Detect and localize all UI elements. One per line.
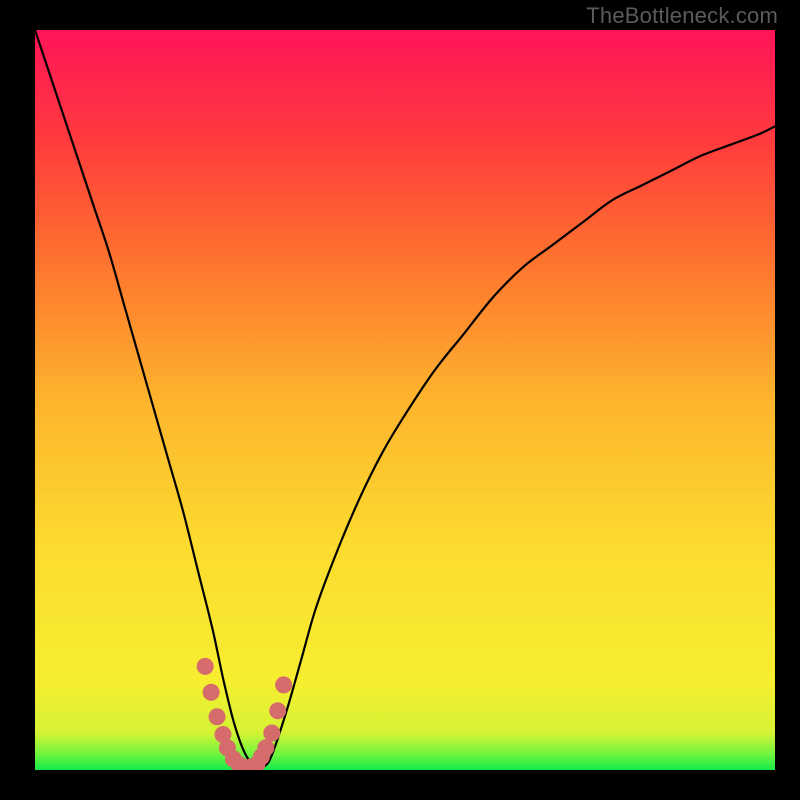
marker-dot <box>269 702 286 719</box>
credit-text: TheBottleneck.com <box>586 3 778 29</box>
marker-dot <box>203 684 220 701</box>
marker-dot <box>209 708 226 725</box>
marker-dot <box>275 676 292 693</box>
bottleneck-chart <box>35 30 775 770</box>
marker-dot <box>257 739 274 756</box>
gradient-background <box>35 30 775 770</box>
marker-dot <box>197 658 214 675</box>
marker-dot <box>263 725 280 742</box>
chart-frame: TheBottleneck.com <box>0 0 800 800</box>
